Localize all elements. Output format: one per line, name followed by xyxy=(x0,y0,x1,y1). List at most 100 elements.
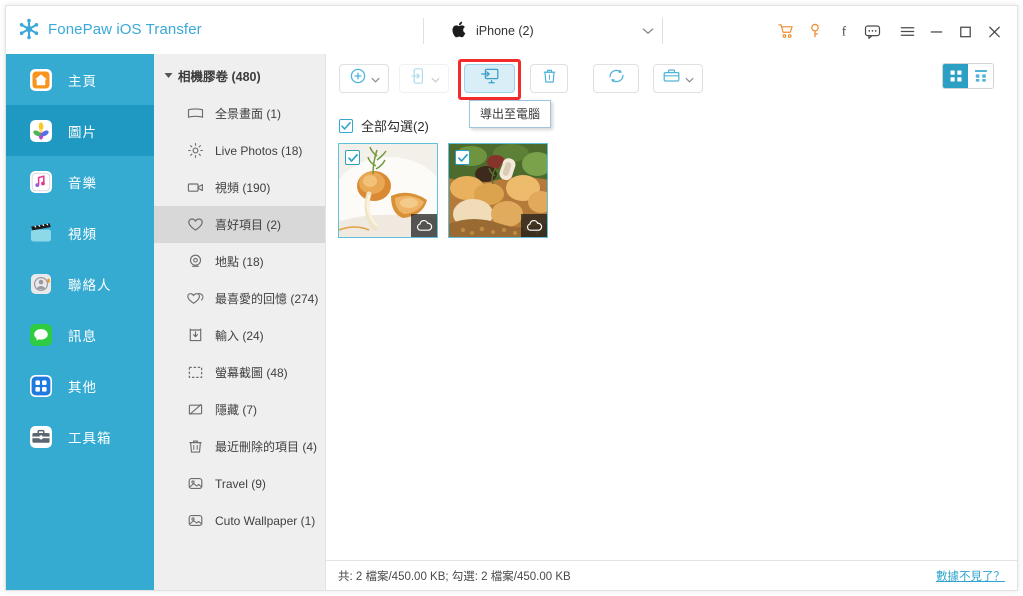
sidebar-item-others[interactable]: 其他 xyxy=(6,360,154,411)
title-bar: FonePaw iOS Transfer iPhone (2) f xyxy=(6,6,1017,54)
album-icon xyxy=(187,475,204,492)
app-window: FonePaw iOS Transfer iPhone (2) f 主頁 圖片 … xyxy=(5,5,1018,591)
tree-label-recently-deleted: 最近刪除的項目 (4) xyxy=(215,440,318,454)
album-icon xyxy=(187,512,204,529)
brand-name: FonePaw iOS Transfer xyxy=(48,20,202,38)
sidebar-item-contacts[interactable]: 聯絡人 xyxy=(6,258,154,309)
sidebar-label-messages: 訊息 xyxy=(68,328,97,344)
export-to-device-button[interactable] xyxy=(399,64,449,93)
sidebar-label-contacts: 聯絡人 xyxy=(68,277,112,293)
chevron-down-icon xyxy=(370,70,380,88)
music-icon xyxy=(30,170,52,193)
plus-circle-icon xyxy=(349,67,367,90)
tree-item-imported[interactable]: 輸入 (24) xyxy=(154,317,325,354)
export-to-phone-icon xyxy=(409,67,427,90)
device-selector[interactable]: iPhone (2) xyxy=(423,18,663,44)
minimize-icon[interactable] xyxy=(922,20,951,42)
tree-item-recently-deleted[interactable]: 最近刪除的項目 (4) xyxy=(154,428,325,465)
export-to-computer-icon xyxy=(480,67,500,90)
tree-header-label: 相機膠卷 (480) xyxy=(178,70,261,84)
tree-item-hidden[interactable]: 隱藏 (7) xyxy=(154,391,325,428)
refresh-button[interactable] xyxy=(593,64,639,93)
status-text: 共: 2 檔案/450.00 KB; 勾選: 2 檔案/450.00 KB xyxy=(338,570,571,583)
select-all-checkbox[interactable] xyxy=(339,118,353,133)
photo-thumbnail-2[interactable] xyxy=(448,143,548,238)
messages-icon xyxy=(30,323,52,346)
toolbar: 導出至電腦 xyxy=(326,54,1017,128)
sidebar-item-messages[interactable]: 訊息 xyxy=(6,309,154,360)
icloud-badge-icon xyxy=(411,214,437,237)
tree-label-places: 地點 (18) xyxy=(215,255,264,269)
sidebar-item-music[interactable]: 音樂 xyxy=(6,156,154,207)
tooltip-export-to-pc: 導出至電腦 xyxy=(469,100,552,128)
hidden-icon xyxy=(187,401,204,418)
sidebar-item-home[interactable]: 主頁 xyxy=(6,54,154,105)
toolbox-button[interactable] xyxy=(653,64,703,93)
sidebar-label-video: 視頻 xyxy=(68,226,97,242)
live-photo-icon xyxy=(187,142,204,159)
tree-label-hidden: 隱藏 (7) xyxy=(215,403,258,417)
tree-item-places[interactable]: 地點 (18) xyxy=(154,243,325,280)
sidebar-label-toolbox: 工具箱 xyxy=(68,430,112,446)
home-icon xyxy=(30,68,52,91)
view-mode-toggle[interactable] xyxy=(942,63,994,89)
heart-icon xyxy=(187,216,204,233)
tree-item-live-photos[interactable]: Live Photos (18) xyxy=(154,132,325,169)
facebook-icon[interactable]: f xyxy=(829,20,858,42)
status-bar: 共: 2 檔案/450.00 KB; 勾選: 2 檔案/450.00 KB 數據… xyxy=(326,560,1017,590)
select-all-row[interactable]: 全部勾選(2) xyxy=(339,116,429,135)
tree-item-favorite-memories[interactable]: 最喜愛的回憶 (274) xyxy=(154,280,325,317)
maximize-icon[interactable] xyxy=(951,20,980,42)
tree-item-panorama[interactable]: 全景畫面 (1) xyxy=(154,95,325,132)
tree-item-travel[interactable]: Travel (9) xyxy=(154,465,325,502)
tree-item-favorites[interactable]: 喜好項目 (2) xyxy=(154,206,325,243)
caret-down-icon xyxy=(162,70,174,82)
tree-item-screenshots[interactable]: 螢幕截圖 (48) xyxy=(154,354,325,391)
sidebar-item-toolbox[interactable]: 工具箱 xyxy=(6,411,154,462)
sidebar-item-video[interactable]: 視頻 xyxy=(6,207,154,258)
apple-logo-icon xyxy=(452,21,466,42)
location-pin-icon xyxy=(187,253,204,270)
photos-icon xyxy=(30,119,52,142)
thumbnail-grid xyxy=(332,143,1011,550)
photo-checkbox-2[interactable] xyxy=(455,150,470,165)
data-missing-link[interactable]: 數據不見了？ xyxy=(936,568,1005,584)
tree-label-travel: Travel (9) xyxy=(215,476,266,491)
tree-label-panorama: 全景畫面 (1) xyxy=(215,107,282,121)
tree-item-video[interactable]: 視頻 (190) xyxy=(154,169,325,206)
sidebar-label-others: 其他 xyxy=(68,379,97,395)
tree-header-camera-roll[interactable]: 相機膠卷 (480) xyxy=(154,54,325,95)
chevron-down-icon xyxy=(430,70,440,88)
photo-checkbox-1[interactable] xyxy=(345,150,360,165)
grid-small-icon[interactable] xyxy=(968,64,993,88)
grid-large-icon[interactable] xyxy=(943,64,968,88)
video-camera-icon xyxy=(187,179,204,196)
add-button[interactable] xyxy=(339,64,389,93)
titlebar-icon-group: f xyxy=(771,20,1009,42)
key-icon[interactable] xyxy=(800,20,829,42)
tree-label-favorites: 喜好項目 (2) xyxy=(215,218,282,232)
tree-item-cuto-wallpaper[interactable]: Cuto Wallpaper (1) xyxy=(154,502,325,539)
sidebar-label-home: 主頁 xyxy=(68,73,97,89)
feedback-chat-icon[interactable] xyxy=(858,20,887,42)
import-icon xyxy=(187,327,204,344)
cart-icon[interactable] xyxy=(771,20,800,42)
export-to-pc-button[interactable] xyxy=(464,64,515,93)
select-all-label: 全部勾選(2) xyxy=(361,119,429,134)
sidebar-item-photos[interactable]: 圖片 xyxy=(6,105,154,156)
tree-label-screenshots: 螢幕截圖 (48) xyxy=(215,366,288,380)
tree-label-imported: 輸入 (24) xyxy=(215,329,264,343)
chevron-down-icon xyxy=(685,70,694,88)
refresh-icon xyxy=(607,67,626,90)
photo-thumbnail-1[interactable] xyxy=(338,143,438,238)
sidebar: 主頁 圖片 音樂 視頻 聯絡人 訊息 其他 工具箱 xyxy=(6,54,154,590)
svg-text:f: f xyxy=(841,23,846,38)
double-heart-icon xyxy=(187,290,204,307)
panorama-icon xyxy=(187,105,204,122)
close-icon[interactable] xyxy=(980,20,1009,42)
delete-button[interactable] xyxy=(530,64,568,93)
contacts-icon xyxy=(30,273,52,295)
menu-icon[interactable] xyxy=(893,20,922,42)
trash-icon xyxy=(187,438,204,455)
device-name: iPhone (2) xyxy=(476,24,534,38)
